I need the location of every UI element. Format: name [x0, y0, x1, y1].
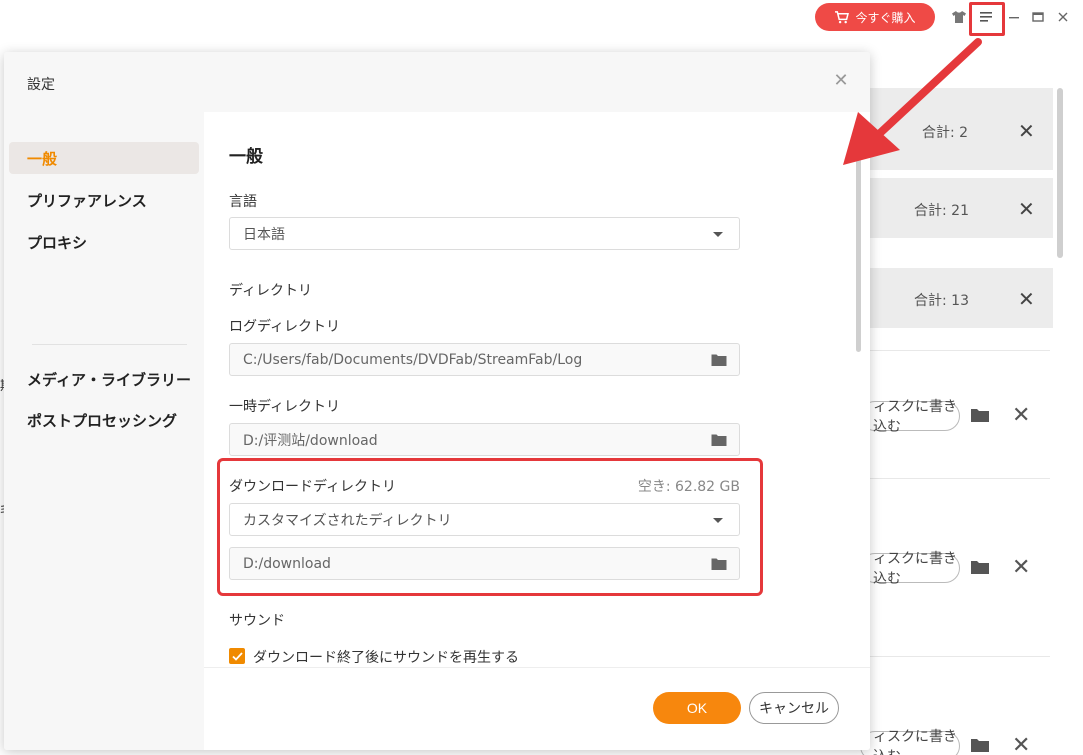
remove-item-icon[interactable]: ✕ [1012, 403, 1030, 428]
burn-to-disc-button[interactable]: ィスクに書き込む [860, 729, 960, 755]
language-label: 言語 [229, 194, 257, 210]
remove-item-icon[interactable]: ✕ [1012, 733, 1030, 755]
sidebar-item-preferences[interactable]: プリファアレンス [9, 184, 199, 216]
sidebar-item-proxy[interactable]: プロキシ [9, 226, 199, 258]
sidebar-divider [32, 344, 187, 345]
temp-directory-label: 一時ディレクトリ [229, 399, 341, 415]
cart-icon [835, 10, 850, 23]
log-directory-value: C:/Users/fab/Documents/DVDFab/StreamFab/… [243, 351, 583, 368]
close-icon[interactable] [1054, 8, 1072, 26]
settings-sidebar: 一般 プリファアレンス プロキシ メディア・ライブラリー ポストプロセッシング [4, 112, 204, 750]
check-icon [231, 651, 243, 661]
download-directory-label: ダウンロードディレクトリ [229, 479, 397, 495]
folder-icon[interactable] [970, 737, 990, 753]
buy-now-button[interactable]: 今すぐ購入 [815, 3, 935, 31]
sidebar-item-post-processing[interactable]: ポストプロセッシング [9, 404, 199, 436]
folder-icon[interactable] [711, 353, 727, 367]
directory-label: ディレクトリ [229, 283, 313, 299]
menu-highlight-box [969, 2, 1005, 36]
burn-to-disc-button[interactable]: ィスクに書き込む [860, 399, 960, 435]
minimize-icon[interactable] [1005, 8, 1023, 26]
language-value: 日本語 [243, 226, 285, 243]
download-directory-field[interactable]: D:/download [229, 547, 740, 580]
dialog-close-icon[interactable]: ✕ [832, 72, 850, 90]
remove-item-icon[interactable]: ✕ [1012, 555, 1030, 580]
folder-icon[interactable] [970, 407, 990, 423]
sidebar-item-media-library[interactable]: メディア・ライブラリー [9, 363, 199, 395]
settings-dialog: 設定 ✕ 一般 プリファアレンス プロキシ メディア・ライブラリー ポストプロセ… [4, 52, 870, 750]
background-scrollbar[interactable] [1057, 88, 1063, 258]
sidebar-item-label: ポストプロセッシング [27, 411, 178, 430]
task-total: 合計: 13 [914, 293, 969, 309]
sidebar-item-label: プリファアレンス [27, 191, 147, 210]
settings-content: 一般 言語 日本語 ディレクトリ ログディレクトリ C:/Users/fab/D… [204, 112, 870, 667]
sound-label: サウンド [229, 613, 285, 629]
chevron-down-icon [713, 518, 723, 523]
task-total: 合計: 2 [922, 125, 969, 141]
burn-to-disc-button[interactable]: ィスクに書き込む [860, 551, 960, 587]
free-space-text: 空き: 62.82 GB [637, 479, 740, 495]
sidebar-item-label: プロキシ [27, 233, 88, 252]
ok-button[interactable]: OK [653, 692, 741, 724]
folder-icon[interactable] [970, 559, 990, 575]
shirt-icon[interactable] [950, 8, 968, 26]
remove-task-icon[interactable]: ✕ [1018, 119, 1035, 143]
sound-checkbox[interactable] [229, 648, 245, 664]
content-scrollbar[interactable] [856, 152, 861, 352]
folder-icon[interactable] [711, 433, 727, 447]
buy-now-label: 今すぐ購入 [855, 10, 916, 25]
chevron-down-icon [713, 232, 723, 237]
download-directory-mode-value: カスタマイズされたディレクトリ [243, 512, 452, 529]
sidebar-item-general[interactable]: 一般 [9, 142, 199, 174]
download-directory-mode-select[interactable]: カスタマイズされたディレクトリ [229, 503, 740, 536]
folder-icon[interactable] [711, 557, 727, 571]
temp-directory-field[interactable]: D:/评测站/download [229, 423, 740, 456]
remove-task-icon[interactable]: ✕ [1018, 197, 1035, 221]
dialog-title: 設定 [27, 77, 55, 93]
sound-checkbox-label[interactable]: ダウンロード終了後にサウンドを再生する [253, 647, 519, 667]
title-bar: 今すぐ購入 [0, 0, 1083, 40]
temp-directory-value: D:/评测站/download [243, 432, 378, 449]
sidebar-item-label: メディア・ライブラリー [27, 370, 191, 389]
section-title: 一般 [229, 147, 263, 167]
log-directory-field[interactable]: C:/Users/fab/Documents/DVDFab/StreamFab/… [229, 343, 740, 376]
dialog-header: 設定 ✕ [4, 52, 870, 112]
remove-task-icon[interactable]: ✕ [1018, 287, 1035, 311]
task-total: 合計: 21 [914, 203, 969, 219]
maximize-icon[interactable] [1029, 8, 1047, 26]
cancel-button[interactable]: キャンセル [749, 692, 839, 724]
sidebar-item-label: 一般 [27, 149, 58, 168]
log-directory-label: ログディレクトリ [229, 319, 341, 335]
language-select[interactable]: 日本語 [229, 217, 740, 250]
dialog-footer: OK キャンセル [204, 667, 870, 750]
download-directory-value: D:/download [243, 555, 331, 572]
